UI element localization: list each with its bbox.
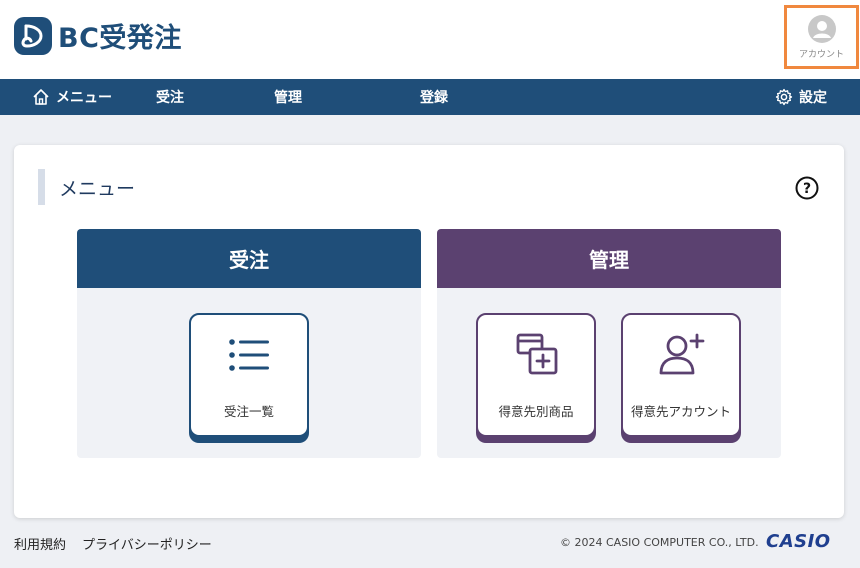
documents-add-icon	[516, 333, 558, 375]
menu-card: メニュー ? 受注 受注一覧 管理 得意先別商品 得意先アカウント	[14, 145, 844, 518]
main-navbar: メニュー 受注 管理 登録 設定	[0, 79, 860, 115]
order-list-tile[interactable]: 受注一覧	[189, 313, 309, 437]
list-icon	[229, 339, 269, 371]
customer-products-tile[interactable]: 得意先別商品	[476, 313, 596, 437]
user-avatar-icon	[807, 14, 836, 43]
copyright: © 2024 CASIO COMPUTER CO., LTD.	[560, 536, 759, 549]
nav-admin[interactable]: 管理	[274, 79, 302, 115]
app-title: BC受発注	[58, 23, 182, 54]
user-add-icon	[659, 333, 705, 375]
customer-account-label: 得意先アカウント	[630, 404, 731, 419]
customer-products-label: 得意先別商品	[498, 404, 574, 419]
help-icon[interactable]: ?	[795, 176, 819, 200]
bc-logo-icon	[14, 16, 52, 55]
admin-panel: 管理 得意先別商品 得意先アカウント	[437, 229, 781, 458]
nav-register[interactable]: 登録	[420, 79, 448, 115]
nav-settings-label: 設定	[799, 90, 827, 106]
svg-text:?: ?	[803, 181, 811, 197]
nav-settings[interactable]: 設定	[775, 79, 827, 115]
header: BC受発注 アカウント	[0, 0, 860, 79]
nav-menu-label: メニュー	[56, 90, 112, 106]
app-logo[interactable]: BC受発注	[14, 16, 182, 55]
footer-links: 利用規約 プライバシーポリシー	[14, 534, 228, 553]
customer-account-tile[interactable]: 得意先アカウント	[621, 313, 741, 437]
order-panel: 受注 受注一覧	[77, 229, 421, 458]
privacy-link[interactable]: プライバシーポリシー	[82, 534, 212, 553]
page-title: メニュー	[38, 169, 135, 205]
account-label: アカウント	[798, 49, 844, 60]
casio-logo: CASIO	[766, 531, 831, 552]
account-button[interactable]: アカウント	[784, 5, 859, 69]
nav-order[interactable]: 受注	[156, 79, 184, 115]
order-panel-title: 受注	[77, 229, 421, 288]
admin-panel-title: 管理	[437, 229, 781, 288]
order-list-label: 受注一覧	[223, 404, 274, 419]
nav-menu[interactable]: メニュー	[32, 79, 112, 115]
gear-icon	[775, 88, 793, 106]
home-icon	[33, 89, 49, 105]
terms-link[interactable]: 利用規約	[14, 534, 66, 553]
